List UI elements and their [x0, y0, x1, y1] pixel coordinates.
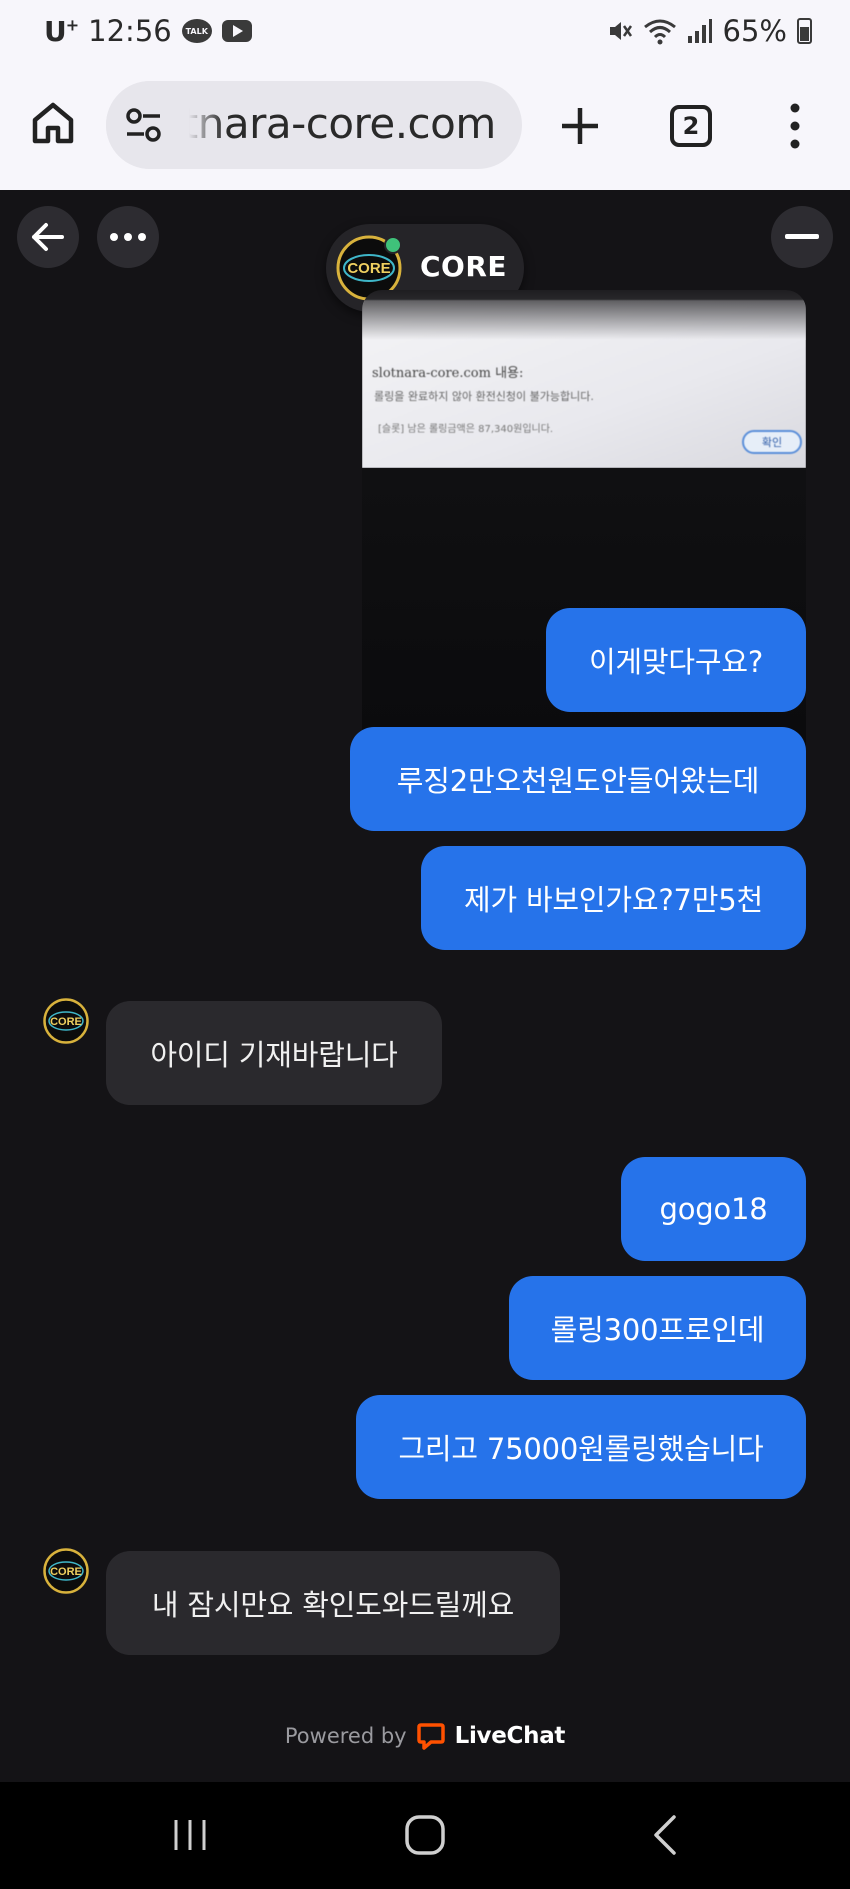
- outgoing-message: 이게맞다구요?: [546, 608, 806, 712]
- attachment-dialog-title: slotnara-core.com 내용:: [372, 366, 524, 381]
- livechat-icon: [416, 1723, 445, 1750]
- minimize-icon: [785, 234, 819, 239]
- chat-window: CORE CORE slotnara-core.com 내용: 롤링을 완료하지…: [0, 190, 850, 1782]
- browser-toolbar: slotnara-core.com 2: [0, 62, 850, 190]
- powered-by-label: Powered by: [284, 1724, 407, 1748]
- system-nav-bar: [0, 1782, 850, 1889]
- clock: 12:56: [88, 14, 172, 48]
- wifi-icon: [643, 19, 676, 45]
- svg-text:CORE: CORE: [347, 260, 390, 277]
- home-icon[interactable]: [30, 100, 76, 146]
- outgoing-message: gogo18: [621, 1157, 806, 1261]
- back-nav-icon[interactable]: [650, 1814, 680, 1856]
- outgoing-message: 루징2만오천원도안들어왔는데: [350, 727, 806, 831]
- incoming-message: 내 잠시만요 확인도와드릴께요: [106, 1551, 560, 1655]
- home-nav-icon[interactable]: [404, 1814, 446, 1856]
- incoming-message: 아이디 기재바랍니다: [106, 1001, 442, 1105]
- carrier-label: U+: [44, 14, 79, 48]
- arrow-left-icon: [32, 223, 64, 251]
- back-button[interactable]: [17, 206, 79, 268]
- attachment-dialog-line2: [슬롯] 남은 롤링금액은 87,340원입니다.: [378, 424, 554, 435]
- attachment-dialog-line1: 롤링을 완료하지 않아 환전신청이 불가능합니다.: [374, 390, 594, 403]
- attachment-dialog-ok: 확인: [742, 430, 802, 454]
- signal-icon: [687, 19, 712, 43]
- battery-percent: 65%: [722, 14, 787, 48]
- more-dots-icon: [110, 233, 146, 241]
- mute-icon: [609, 22, 632, 40]
- menu-icon[interactable]: [785, 102, 805, 150]
- new-tab-icon[interactable]: [556, 102, 604, 150]
- more-options-button[interactable]: [97, 206, 159, 268]
- outgoing-message: 롤링300프로인데: [509, 1276, 806, 1380]
- outgoing-message: 그리고 75000원롤링했습니다: [356, 1395, 806, 1499]
- agent-name: CORE: [420, 250, 508, 283]
- recent-apps-icon[interactable]: [170, 1818, 210, 1852]
- youtube-icon: [221, 20, 252, 42]
- agent-avatar: CORE: [43, 1548, 89, 1594]
- battery-icon: [797, 18, 812, 44]
- svg-text:CORE: CORE: [50, 1566, 82, 1578]
- tabs-icon[interactable]: 2: [670, 105, 712, 147]
- status-bar: U+ 12:56 TALK 65%: [0, 0, 850, 62]
- powered-by-footer[interactable]: Powered by LiveChat: [0, 1716, 850, 1756]
- attachment-edge: [362, 290, 806, 340]
- outgoing-message: 제가 바보인가요?7만5천: [421, 846, 806, 950]
- minimize-button[interactable]: [771, 206, 833, 268]
- svg-text:CORE: CORE: [50, 1016, 82, 1028]
- agent-avatar: CORE: [43, 998, 89, 1044]
- livechat-brand: LiveChat: [454, 1723, 566, 1749]
- kakaotalk-icon: TALK: [181, 19, 212, 43]
- online-status-indicator: [384, 236, 402, 254]
- address-bar[interactable]: slotnara-core.com: [106, 81, 522, 169]
- site-settings-icon[interactable]: [124, 107, 164, 143]
